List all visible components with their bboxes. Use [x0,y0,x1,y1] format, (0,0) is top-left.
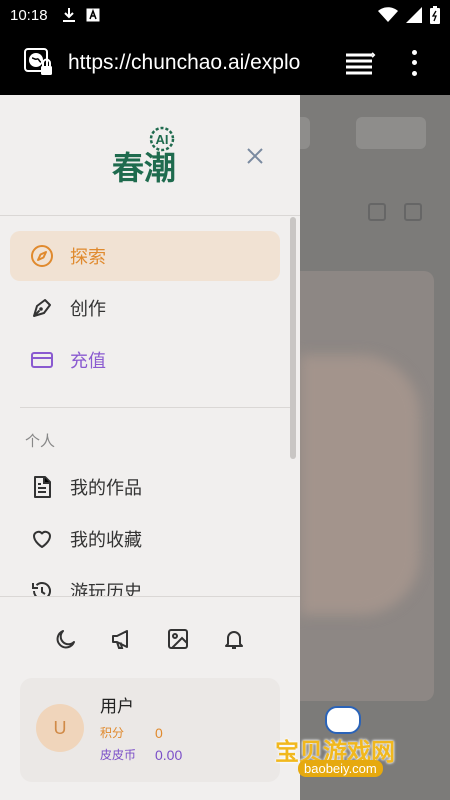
bottom-toolbar [0,625,300,655]
nav-label-create: 创作 [70,299,106,320]
nav-drawer: AI 春潮 探索 创作 充值 个人 我的作品 我的收藏 游玩历史 U 用户 积分… [0,95,300,800]
nav-label-favorites: 我的收藏 [70,530,142,551]
url-field[interactable]: https://chunchao.ai/explo [68,51,320,75]
browser-url-bar: https://chunchao.ai/explo [0,30,450,95]
site-watermark: 宝贝游戏网 baobeiy.com [270,700,420,790]
bell-icon[interactable] [220,625,248,653]
section-label-personal: 个人 [25,432,56,450]
image-icon[interactable] [164,625,192,653]
download-icon [62,8,75,22]
nav-item-recharge[interactable]: 充值 [10,335,280,385]
user-name: 用户 [100,697,134,717]
pen-icon [29,295,55,321]
compass-icon [29,243,55,269]
points-value: 0 [155,724,163,741]
nav-item-create[interactable]: 创作 [10,283,280,333]
nav-item-history[interactable]: 游玩历史 [10,566,280,596]
site-info-icon[interactable] [24,47,54,78]
nav-label-history: 游玩历史 [70,582,142,596]
points-label: 积分 [100,726,125,740]
tabs-icon[interactable] [344,51,376,75]
nav-label-recharge: 充值 [70,351,106,372]
nav-clip: 游玩历史 [0,566,290,596]
coins-row: 皮皮币 0.00 [100,746,182,763]
nav-item-explore[interactable]: 探索 [10,231,280,281]
coins-value: 0.00 [155,746,183,763]
gamepad-icon [325,706,361,734]
font-a-icon [86,8,100,22]
nav-label-explore: 探索 [70,247,106,268]
status-time: 10:18 [10,6,48,24]
wifi-icon [378,7,398,22]
scrollbar[interactable] [290,217,296,459]
avatar[interactable]: U [36,704,84,752]
background-page[interactable] [300,95,450,800]
nav-item-my-works[interactable]: 我的作品 [10,462,280,512]
battery-icon [430,6,440,24]
browser-menu-icon[interactable] [412,49,418,76]
logo-text: 春潮 [112,149,176,187]
status-bar: 10:18 [0,0,450,30]
coins-label: 皮皮币 [100,748,137,762]
divider [0,596,300,597]
chunchao-logo: AI 春潮 [110,123,190,189]
watermark-url: baobeiy.com [298,760,383,777]
nav-item-favorites[interactable]: 我的收藏 [10,514,280,564]
nav-label-my-works: 我的作品 [70,478,142,499]
heart-icon [29,526,55,552]
points-row: 积分 0 [100,724,163,741]
document-icon [29,474,55,500]
user-card[interactable]: U 用户 积分 0 皮皮币 0.00 [20,678,280,782]
card-icon [29,347,55,373]
history-icon [29,578,55,596]
megaphone-icon[interactable] [108,625,136,653]
logo-badge: AI [156,132,169,147]
signal-icon [406,7,422,23]
moon-icon[interactable] [52,625,80,653]
divider [20,407,290,408]
close-icon[interactable] [244,145,266,167]
divider [0,215,300,216]
